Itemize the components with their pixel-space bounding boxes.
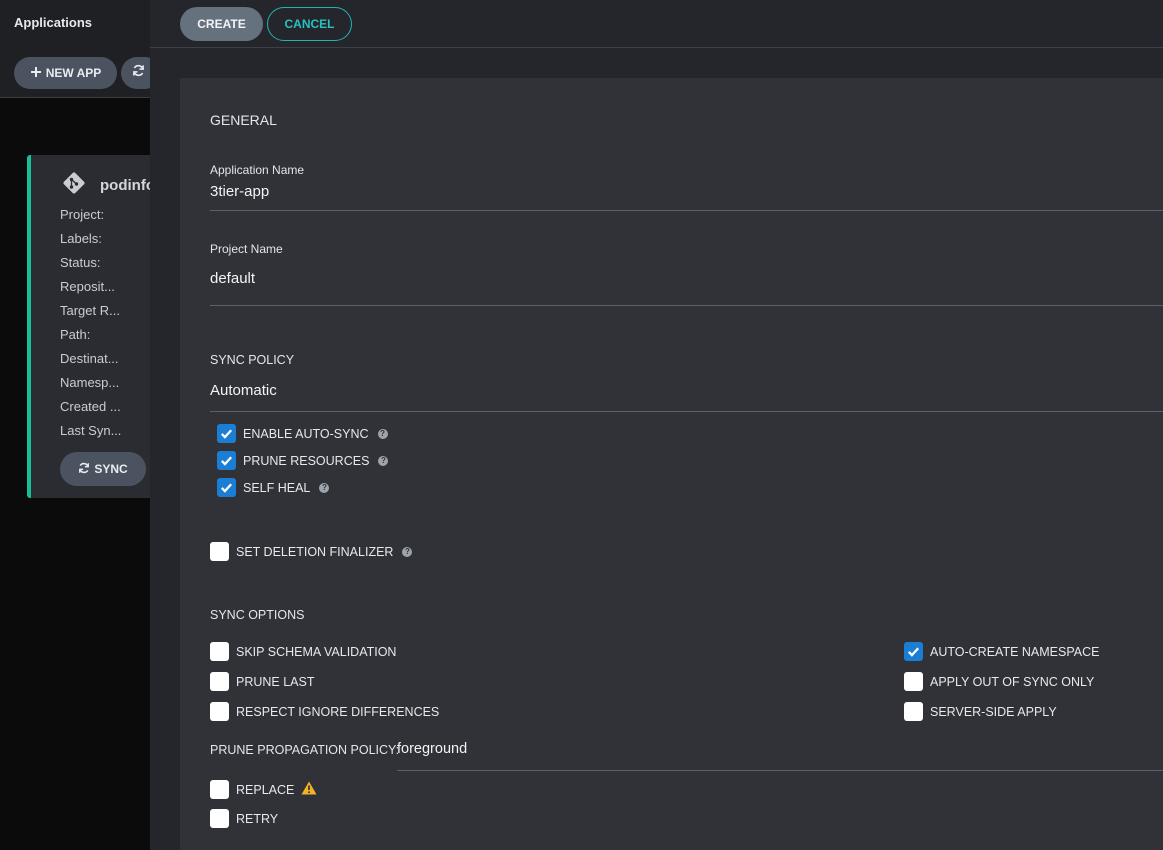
create-button[interactable]: CREATE bbox=[180, 7, 263, 41]
respect-ignore-differences-label: RESPECT IGNORE DIFFERENCES bbox=[236, 704, 440, 719]
checkbox-unchecked bbox=[904, 702, 923, 721]
plus-icon bbox=[30, 66, 42, 81]
sync-label: SYNC bbox=[94, 462, 128, 476]
set-deletion-finalizer-checkbox[interactable]: SET DELETION FINALIZER? bbox=[210, 542, 413, 561]
create-app-form: GENERAL Application Name 3tier-app Proje… bbox=[180, 78, 1163, 850]
apply-out-of-sync-only-label: APPLY OUT OF SYNC ONLY bbox=[930, 674, 1095, 689]
replace-label: REPLACE bbox=[236, 782, 295, 797]
panel-toolbar: CREATE CANCEL bbox=[150, 0, 1163, 48]
app-name[interactable]: podinfo bbox=[100, 177, 155, 194]
applications-header: Applications NEW APP bbox=[0, 0, 161, 98]
respect-ignore-differences-checkbox[interactable]: RESPECT IGNORE DIFFERENCES bbox=[210, 702, 439, 721]
checkbox-unchecked bbox=[904, 672, 923, 691]
cancel-button[interactable]: CANCEL bbox=[267, 7, 352, 41]
set-deletion-finalizer-label: SET DELETION FINALIZER bbox=[236, 544, 394, 559]
checkbox-checked bbox=[217, 478, 236, 497]
checkbox-unchecked bbox=[210, 672, 229, 691]
help-icon[interactable]: ? bbox=[402, 546, 413, 557]
section-title-sync-policy: SYNC POLICY bbox=[210, 353, 295, 367]
refresh-icon bbox=[132, 64, 145, 82]
help-icon[interactable]: ? bbox=[377, 428, 388, 439]
app-card-fields: Project: Labels: Status: Reposit... Targ… bbox=[60, 202, 121, 442]
retry-checkbox[interactable]: RETRY bbox=[210, 809, 278, 828]
field-label: Destinat... bbox=[60, 350, 119, 366]
field-label: Status: bbox=[60, 254, 101, 270]
checkbox-checked bbox=[217, 451, 236, 470]
section-title-sync-options: SYNC OPTIONS bbox=[210, 608, 305, 622]
auto-create-namespace-label: AUTO-CREATE NAMESPACE bbox=[930, 644, 1100, 659]
field-label: Last Syn... bbox=[60, 422, 122, 438]
auto-create-namespace-checkbox[interactable]: AUTO-CREATE NAMESPACE bbox=[904, 642, 1099, 661]
prune-propagation-policy-label: PRUNE PROPAGATION POLICY: bbox=[210, 743, 400, 757]
enable-auto-sync-checkbox[interactable]: ENABLE AUTO-SYNC? bbox=[217, 424, 388, 443]
application-name-underline bbox=[210, 210, 1163, 211]
replace-checkbox[interactable]: REPLACE bbox=[210, 780, 317, 799]
self-heal-checkbox[interactable]: SELF HEAL? bbox=[217, 478, 330, 497]
sync-policy-select[interactable]: Automatic bbox=[210, 382, 277, 399]
project-name-select[interactable]: default bbox=[210, 270, 255, 287]
field-label: Project: bbox=[60, 206, 105, 222]
warning-icon bbox=[301, 781, 317, 798]
app-card[interactable]: podinfo Project: Labels: Status: Reposit… bbox=[27, 155, 167, 498]
prune-resources-checkbox[interactable]: PRUNE RESOURCES? bbox=[217, 451, 389, 470]
checkbox-unchecked bbox=[210, 642, 229, 661]
field-label: Created ... bbox=[60, 398, 121, 414]
application-name-input[interactable]: 3tier-app bbox=[210, 183, 269, 200]
sync-button[interactable]: SYNC bbox=[60, 452, 146, 486]
new-app-label: NEW APP bbox=[45, 66, 102, 80]
sync-policy-underline bbox=[210, 411, 1163, 412]
field-label: Reposit... bbox=[60, 278, 115, 294]
create-app-panel: CREATE CANCEL GENERAL Application Name 3… bbox=[150, 0, 1163, 850]
skip-schema-validation-label: SKIP SCHEMA VALIDATION bbox=[236, 644, 397, 659]
apply-out-of-sync-only-checkbox[interactable]: APPLY OUT OF SYNC ONLY bbox=[904, 672, 1094, 691]
server-side-apply-label: SERVER-SIDE APPLY bbox=[930, 704, 1057, 719]
checkbox-checked bbox=[904, 642, 923, 661]
prune-propagation-underline bbox=[397, 770, 1163, 771]
refresh-icon bbox=[78, 462, 90, 477]
checkbox-unchecked bbox=[210, 542, 229, 561]
page-title: Applications bbox=[14, 15, 93, 30]
new-app-button[interactable]: NEW APP bbox=[14, 57, 117, 89]
project-name-label: Project Name bbox=[210, 242, 283, 256]
section-title-general: GENERAL bbox=[210, 112, 277, 128]
field-label: Labels: bbox=[60, 230, 102, 246]
git-icon bbox=[61, 170, 87, 201]
prune-last-label: PRUNE LAST bbox=[236, 674, 315, 689]
checkbox-unchecked bbox=[210, 780, 229, 799]
checkbox-unchecked bbox=[210, 702, 229, 721]
prune-resources-label: PRUNE RESOURCES bbox=[243, 453, 370, 468]
checkbox-checked bbox=[217, 424, 236, 443]
field-label: Path: bbox=[60, 326, 91, 342]
retry-label: RETRY bbox=[236, 811, 279, 826]
server-side-apply-checkbox[interactable]: SERVER-SIDE APPLY bbox=[904, 702, 1057, 721]
prune-last-checkbox[interactable]: PRUNE LAST bbox=[210, 672, 315, 691]
help-icon[interactable]: ? bbox=[319, 482, 330, 493]
app-card-header: podinfo bbox=[61, 170, 155, 201]
field-label: Target R... bbox=[60, 302, 120, 318]
help-icon[interactable]: ? bbox=[378, 455, 389, 466]
project-name-underline bbox=[210, 305, 1163, 306]
checkbox-unchecked bbox=[210, 809, 229, 828]
skip-schema-validation-checkbox[interactable]: SKIP SCHEMA VALIDATION bbox=[210, 642, 396, 661]
enable-auto-sync-label: ENABLE AUTO-SYNC bbox=[243, 426, 369, 441]
field-label: Namesp... bbox=[60, 374, 120, 390]
application-name-label: Application Name bbox=[210, 163, 305, 177]
prune-propagation-policy-select[interactable]: foreground bbox=[397, 741, 467, 757]
self-heal-label: SELF HEAL bbox=[243, 480, 311, 495]
